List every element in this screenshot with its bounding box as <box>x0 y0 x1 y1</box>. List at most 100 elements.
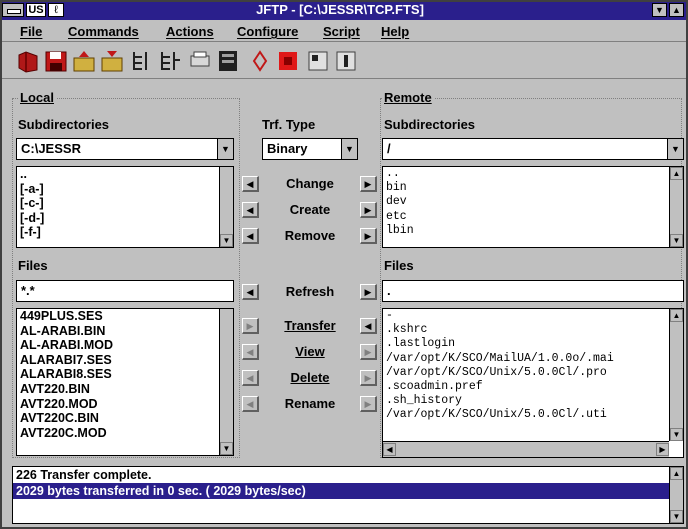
scroll-down-arrow-icon[interactable]: ▼ <box>220 442 233 455</box>
tree-icon[interactable] <box>130 48 154 74</box>
print-icon[interactable] <box>188 48 212 74</box>
remote-path-dropdown-button[interactable]: ▼ <box>667 139 683 159</box>
delete-right-arrow-icon[interactable]: ▶ <box>360 370 377 386</box>
remote-file-scrollbar[interactable]: ▲ ▼ <box>669 309 683 441</box>
local-file-item[interactable]: AVT220.MOD <box>17 397 233 412</box>
transfer-button[interactable]: Transfer <box>262 317 358 335</box>
system-menu-button[interactable] <box>2 3 24 17</box>
local-file-item[interactable]: AVT220C.MOD <box>17 426 233 441</box>
local-dir-item[interactable]: [-a-] <box>17 182 233 197</box>
transfer-type-combo[interactable]: Binary ▼ <box>262 138 358 160</box>
stop-icon[interactable] <box>276 48 300 74</box>
remote-dir-item[interactable]: .. <box>383 167 683 181</box>
remote-path-combo[interactable]: / ▼ <box>382 138 684 160</box>
local-dir-item[interactable]: [-c-] <box>17 196 233 211</box>
remote-file-item[interactable]: .sh_history <box>383 394 683 408</box>
maximize-button[interactable]: ▲ <box>669 3 684 17</box>
view-button[interactable]: View <box>262 343 358 361</box>
remote-file-item[interactable]: /var/opt/K/SCO/Unix/5.0.0Cl/.pro <box>383 366 683 380</box>
save-icon[interactable] <box>44 48 68 74</box>
local-path-combo[interactable]: C:\JESSR ▼ <box>16 138 234 160</box>
menu-commands[interactable]: Commands <box>68 24 139 39</box>
ascii-icon[interactable] <box>334 48 358 74</box>
menu-script[interactable]: Script <box>323 24 360 39</box>
transfer-right-arrow-icon[interactable]: ◀ <box>360 318 377 334</box>
remote-dir-scrollbar[interactable]: ▲ ▼ <box>669 167 683 247</box>
create-right-arrow-icon[interactable]: ▶ <box>360 202 377 218</box>
remote-dir-item[interactable]: dev <box>383 195 683 209</box>
terminal-icon[interactable] <box>216 48 240 74</box>
scroll-down-arrow-icon[interactable]: ▼ <box>670 234 683 247</box>
remote-file-item[interactable]: /var/opt/K/SCO/Unix/5.0.0Cl/.uti <box>383 408 683 422</box>
upload-icon[interactable] <box>72 48 96 74</box>
local-file-item[interactable]: AVT220C.BIN <box>17 411 233 426</box>
remote-file-hscrollbar[interactable]: ◀ ▶ <box>383 441 669 457</box>
change-left-arrow-icon[interactable]: ◀ <box>242 176 259 192</box>
menu-actions[interactable]: Actions <box>166 24 214 39</box>
compare-icon[interactable] <box>158 48 182 74</box>
status-log[interactable]: 226 Transfer complete. 2029 bytes transf… <box>12 466 684 524</box>
remote-dir-item[interactable]: lbin <box>383 224 683 238</box>
scroll-right-arrow-icon[interactable]: ▶ <box>656 443 669 456</box>
local-file-item[interactable]: ALARABI7.SES <box>17 353 233 368</box>
create-left-arrow-icon[interactable]: ◀ <box>242 202 259 218</box>
language-indicator[interactable]: US <box>26 3 46 17</box>
remote-file-item[interactable]: - <box>383 309 683 323</box>
local-file-list[interactable]: 449PLUS.SES AL-ARABI.BIN AL-ARABI.MOD AL… <box>16 308 234 456</box>
remote-file-item[interactable]: .kshrc <box>383 323 683 337</box>
local-dir-item[interactable]: [-f-] <box>17 225 233 240</box>
scroll-left-arrow-icon[interactable]: ◀ <box>383 443 396 456</box>
remote-dir-list[interactable]: .. bin dev etc lbin ▲ ▼ <box>382 166 684 248</box>
menu-help[interactable]: Help <box>381 24 409 39</box>
remote-file-item[interactable]: .scoadmin.pref <box>383 380 683 394</box>
local-file-scrollbar[interactable]: ▼ <box>219 309 233 455</box>
menu-file[interactable]: File <box>20 24 42 39</box>
view-right-arrow-icon[interactable]: ▶ <box>360 344 377 360</box>
local-file-item[interactable]: ALARABI8.SES <box>17 367 233 382</box>
connect-icon[interactable] <box>16 48 40 74</box>
local-dir-scrollbar[interactable]: ▼ <box>219 167 233 247</box>
scroll-up-arrow-icon[interactable]: ▲ <box>670 167 683 180</box>
local-path-dropdown-button[interactable]: ▼ <box>217 139 233 159</box>
menu-configure[interactable]: Configure <box>237 24 298 39</box>
local-filter-input[interactable]: *.* <box>16 280 234 302</box>
remote-file-item[interactable]: .lastlogin <box>383 337 683 351</box>
remove-button[interactable]: Remove <box>262 227 358 245</box>
refresh-left-arrow-icon[interactable]: ◀ <box>242 284 259 300</box>
view-left-arrow-icon[interactable]: ◀ <box>242 344 259 360</box>
scroll-up-arrow-icon[interactable]: ▲ <box>670 467 683 480</box>
remove-right-arrow-icon[interactable]: ▶ <box>360 228 377 244</box>
remote-file-list[interactable]: - .kshrc .lastlogin /var/opt/K/SCO/MailU… <box>382 308 684 458</box>
binary-icon[interactable] <box>306 48 330 74</box>
local-file-item[interactable]: AL-ARABI.BIN <box>17 324 233 339</box>
transfer-left-arrow-icon[interactable]: ▶ <box>242 318 259 334</box>
scroll-down-arrow-icon[interactable]: ▼ <box>670 428 683 441</box>
change-right-arrow-icon[interactable]: ▶ <box>360 176 377 192</box>
download-icon[interactable] <box>100 48 124 74</box>
local-dir-item[interactable]: .. <box>17 167 233 182</box>
create-button[interactable]: Create <box>262 201 358 219</box>
change-button[interactable]: Change <box>262 175 358 193</box>
delete-button[interactable]: Delete <box>262 369 358 387</box>
remote-dir-item[interactable]: bin <box>383 181 683 195</box>
local-dir-list[interactable]: .. [-a-] [-c-] [-d-] [-f-] ▼ <box>16 166 234 248</box>
local-file-item[interactable]: 449PLUS.SES <box>17 309 233 324</box>
settings-icon[interactable] <box>248 48 272 74</box>
scroll-up-arrow-icon[interactable]: ▲ <box>670 309 683 322</box>
remove-left-arrow-icon[interactable]: ◀ <box>242 228 259 244</box>
refresh-button[interactable]: Refresh <box>262 283 358 301</box>
rename-right-arrow-icon[interactable]: ▶ <box>360 396 377 412</box>
transfer-type-dropdown-button[interactable]: ▼ <box>341 139 357 159</box>
local-file-item[interactable]: AL-ARABI.MOD <box>17 338 233 353</box>
local-dir-item[interactable]: [-d-] <box>17 211 233 226</box>
local-file-item[interactable]: AVT220.BIN <box>17 382 233 397</box>
scroll-down-arrow-icon[interactable]: ▼ <box>220 234 233 247</box>
remote-filter-input[interactable]: . <box>382 280 684 302</box>
rename-button[interactable]: Rename <box>262 395 358 413</box>
delete-left-arrow-icon[interactable]: ◀ <box>242 370 259 386</box>
remote-file-item[interactable]: /var/opt/K/SCO/MailUA/1.0.0o/.mai <box>383 352 683 366</box>
remote-dir-item[interactable]: etc <box>383 210 683 224</box>
refresh-right-arrow-icon[interactable]: ▶ <box>360 284 377 300</box>
minimize-button[interactable]: ▼ <box>652 3 667 17</box>
status-scrollbar[interactable]: ▲ ▼ <box>669 467 683 523</box>
